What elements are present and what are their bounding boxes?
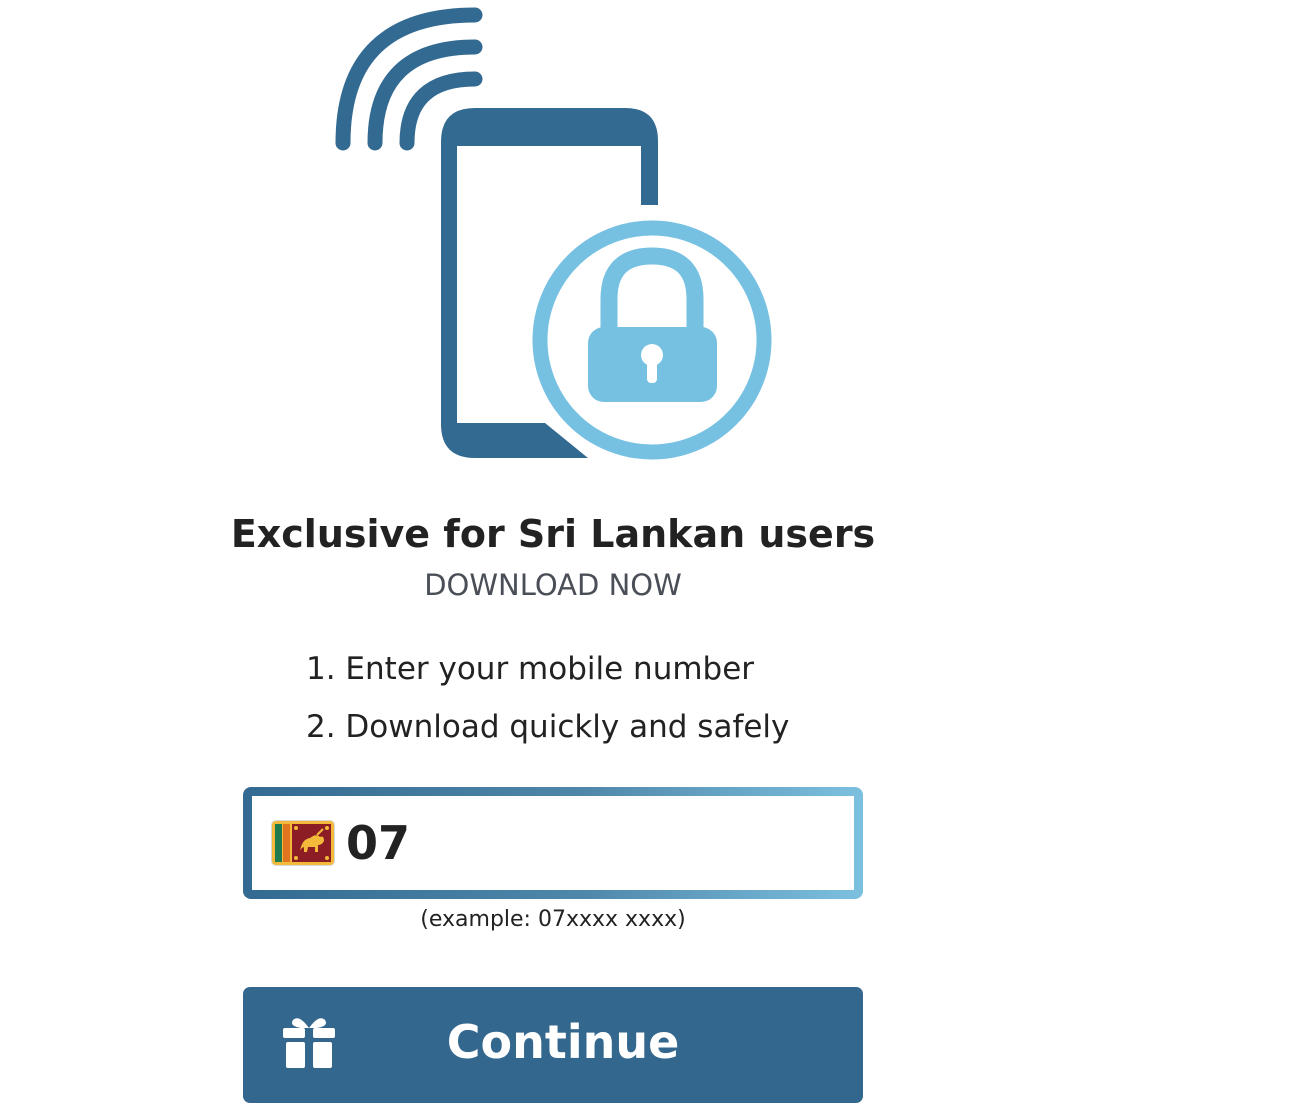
sri-lanka-flag-icon [272,821,334,865]
phone-example-hint: (example: 07xxxx xxxx) [420,907,686,932]
step-item-1: 1. Enter your mobile number [306,651,755,687]
phone-number-input[interactable] [410,807,920,879]
phone-number-field[interactable]: 07 [243,787,920,899]
padlock-icon [531,219,773,461]
steps-list: 1. Enter your mobile number 2. Download … [306,646,789,762]
continue-button[interactable]: Continue [243,987,863,1103]
page-subtitle: DOWNLOAD NOW [424,568,682,602]
phone-lock-icon [335,7,773,461]
step-item-2: 2. Download quickly and safely [306,709,790,745]
page-title: Exclusive for Sri Lankan users [230,512,876,556]
phone-prefix: 07 [346,816,411,870]
landing-page: Exclusive for Sri Lankan users DOWNLOAD … [0,0,1302,1116]
continue-button-label: Continue [446,1015,680,1069]
phone-number-field-inner[interactable]: 07 [252,796,920,890]
